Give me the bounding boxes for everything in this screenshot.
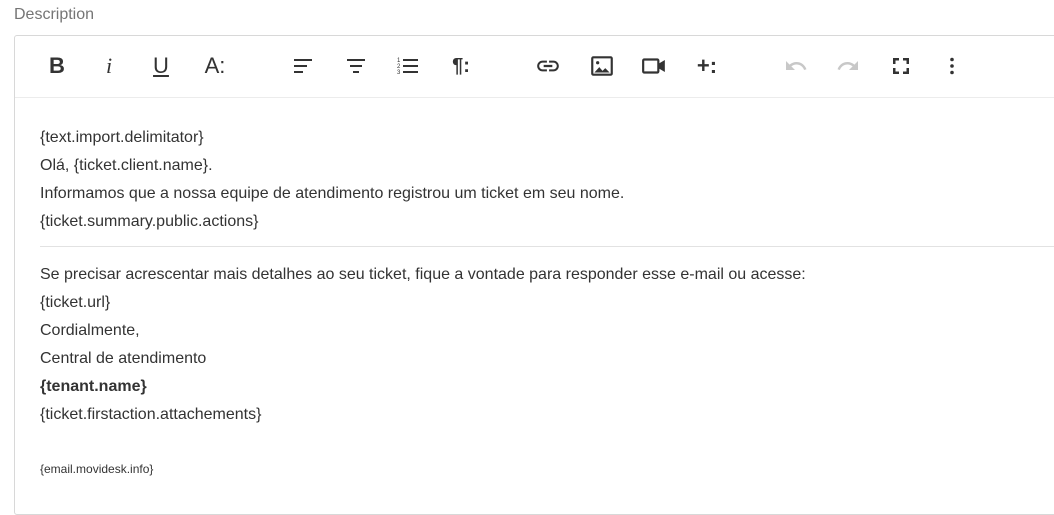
video-icon bbox=[642, 58, 665, 74]
ordered-list-button[interactable]: 1 2 3 bbox=[392, 50, 424, 82]
undo-button[interactable] bbox=[780, 50, 812, 82]
ordered-list-icon: 1 2 3 bbox=[397, 58, 418, 76]
attachments-line: {ticket.firstaction.attachements} bbox=[40, 406, 262, 423]
format-button[interactable] bbox=[340, 50, 372, 82]
undo-icon bbox=[786, 61, 807, 70]
plus-more-icon: +: bbox=[696, 53, 718, 78]
more-vertical-icon bbox=[950, 57, 954, 75]
bold-button[interactable]: B bbox=[41, 50, 73, 82]
more-options-button[interactable] bbox=[936, 50, 968, 82]
text-line: Se precisar acrescentar mais detalhes ao… bbox=[40, 266, 806, 283]
svg-text:3: 3 bbox=[397, 70, 401, 76]
link-button[interactable] bbox=[532, 50, 564, 82]
text-line: Informamos que a nossa equipe de atendim… bbox=[40, 185, 625, 202]
underline-icon: U bbox=[153, 53, 169, 78]
font-size-icon: A: bbox=[204, 53, 226, 78]
text-line: {ticket.url} bbox=[40, 294, 111, 311]
italic-button[interactable]: i bbox=[93, 50, 125, 82]
italic-icon: i bbox=[105, 53, 113, 78]
email-info-line: {email.movidesk.info} bbox=[40, 462, 154, 476]
link-icon bbox=[537, 60, 559, 72]
editor-content-block-1[interactable]: {text.import.delimitator} Olá, {ticket.c… bbox=[40, 124, 1054, 236]
underline-button[interactable]: U bbox=[145, 50, 177, 82]
tenant-name-line: {tenant.name} bbox=[40, 378, 147, 395]
editor-content-block-2[interactable]: Se precisar acrescentar mais detalhes ao… bbox=[40, 261, 1054, 429]
fullscreen-button[interactable] bbox=[885, 50, 917, 82]
redo-button[interactable] bbox=[832, 50, 864, 82]
more-insert-button[interactable]: +: bbox=[691, 50, 723, 82]
text-line: Olá, {ticket.client.name}. bbox=[40, 157, 213, 174]
fullscreen-icon bbox=[893, 58, 909, 74]
text-line: Cordialmente, bbox=[40, 322, 140, 339]
image-button[interactable] bbox=[586, 50, 618, 82]
align-left-icon bbox=[294, 59, 312, 73]
text-line: {text.import.delimitator} bbox=[40, 129, 204, 146]
rich-text-editor: B i U A: 1 2 3 ¶: +: {text.import.delimi… bbox=[14, 35, 1054, 515]
horizontal-rule bbox=[40, 246, 1054, 247]
description-label: Description bbox=[14, 6, 95, 23]
paragraph-icon: ¶: bbox=[452, 55, 470, 77]
text-line: {ticket.summary.public.actions} bbox=[40, 213, 259, 230]
bold-icon: B bbox=[49, 53, 65, 78]
paragraph-style-button[interactable]: ¶: bbox=[445, 50, 477, 82]
image-icon bbox=[591, 56, 613, 76]
paragraph-format-icon bbox=[347, 59, 365, 73]
editor-toolbar: B i U A: 1 2 3 ¶: +: bbox=[15, 36, 1054, 98]
align-button[interactable] bbox=[287, 50, 319, 82]
redo-icon bbox=[837, 61, 858, 70]
video-button[interactable] bbox=[638, 50, 670, 82]
font-size-button[interactable]: A: bbox=[199, 50, 231, 82]
text-line: Central de atendimento bbox=[40, 350, 207, 367]
